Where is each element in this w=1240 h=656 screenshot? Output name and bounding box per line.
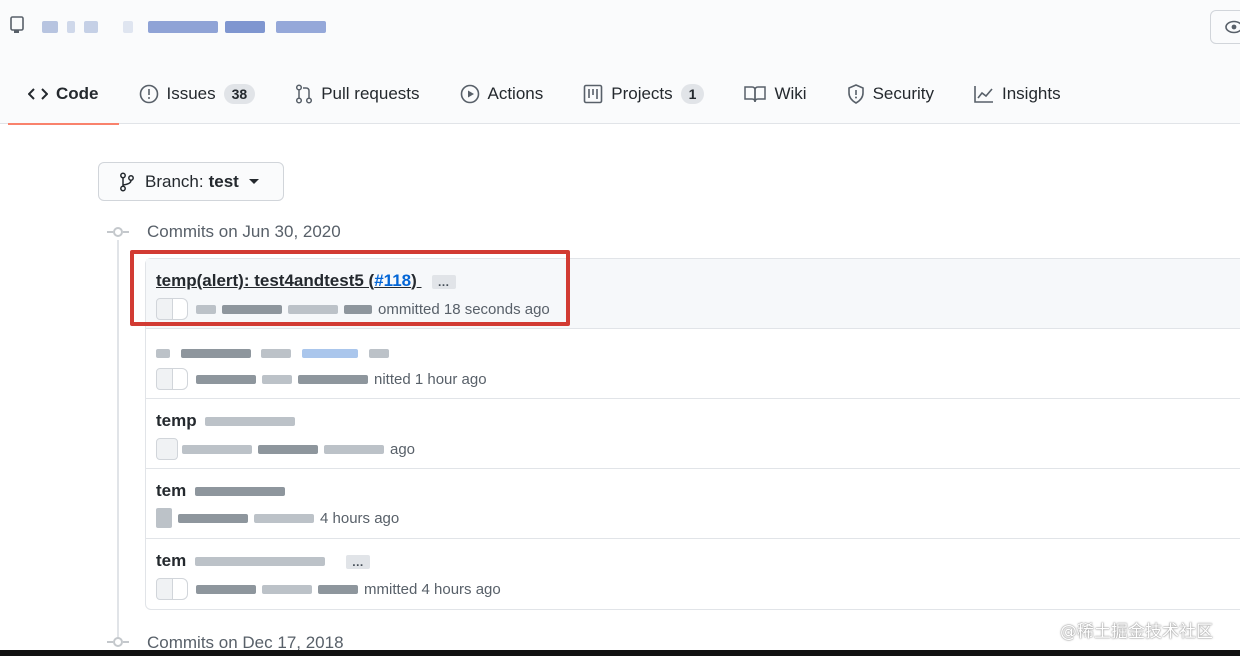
tab-label: Code — [56, 84, 99, 103]
play-icon — [460, 84, 479, 104]
commit-row[interactable]: tem … mmitted 4 hours ago — [146, 539, 1240, 609]
tab-wiki[interactable]: Wiki — [724, 64, 826, 124]
book-icon — [744, 86, 767, 103]
repo-icon — [10, 16, 24, 33]
tab-projects[interactable]: Projects 1 — [563, 64, 724, 124]
tab-code[interactable]: Code — [8, 64, 119, 125]
tab-security[interactable]: Security — [827, 64, 954, 124]
commit-row[interactable]: temp ago — [146, 399, 1240, 469]
repo-tabs: Code Issues 38 Pull requests Actions Pro… — [8, 64, 1081, 125]
issue-icon — [139, 84, 158, 104]
graph-icon — [974, 86, 993, 103]
timeline-dot-icon — [107, 227, 129, 237]
eye-icon — [1225, 20, 1240, 34]
expand-message-button[interactable]: … — [345, 554, 370, 569]
commit-title[interactable]: tem … — [156, 551, 370, 571]
timeline-line — [117, 240, 119, 640]
commit-title-text[interactable]: temp — [156, 411, 197, 430]
issues-counter: 38 — [223, 84, 256, 104]
tab-label: Security — [872, 84, 934, 103]
shield-icon — [847, 84, 864, 104]
tab-label: Projects — [611, 84, 673, 103]
commit-title-text[interactable]: tem — [156, 551, 186, 570]
commit-meta: nitted 1 hour ago — [156, 368, 487, 390]
commit-row[interactable]: tem 4 hours ago — [146, 469, 1240, 539]
caret-down-icon — [248, 179, 259, 184]
pull-request-icon — [296, 84, 313, 104]
branch-icon — [120, 172, 134, 191]
bottom-bar — [0, 650, 1240, 656]
commit-time: 4 hours ago — [320, 509, 400, 527]
tab-label: Insights — [1002, 84, 1061, 103]
repo-header: Code Issues 38 Pull requests Actions Pro… — [0, 0, 1240, 125]
tab-actions[interactable]: Actions — [440, 64, 564, 124]
timeline-dot-icon — [107, 637, 129, 647]
branch-select-button[interactable]: Branch: test — [98, 162, 284, 201]
avatar[interactable] — [172, 368, 188, 390]
tab-issues[interactable]: Issues 38 — [119, 64, 276, 124]
tab-label: Wiki — [774, 84, 807, 103]
commit-time: mmitted 4 hours ago — [364, 580, 501, 598]
commit-meta: ago — [156, 438, 415, 460]
tab-label: Actions — [487, 84, 544, 103]
tab-insights[interactable]: Insights — [954, 64, 1081, 124]
tab-label: Pull requests — [321, 84, 420, 103]
highlight-box — [130, 250, 570, 326]
branch-name: test — [208, 171, 239, 191]
repo-title[interactable] — [42, 14, 342, 38]
branch-label: Branch: — [145, 171, 204, 191]
commit-time: ago — [390, 440, 416, 458]
tab-label: Issues — [166, 84, 216, 103]
commit-row[interactable]: nitted 1 hour ago — [146, 329, 1240, 399]
avatar[interactable] — [172, 578, 188, 600]
commit-meta: 4 hours ago — [156, 508, 399, 528]
project-icon — [583, 84, 603, 104]
commit-group-header: Commits on Jun 30, 2020 — [147, 222, 341, 241]
watch-button[interactable] — [1210, 10, 1240, 44]
projects-counter: 1 — [680, 84, 705, 104]
tab-pull-requests[interactable]: Pull requests — [275, 64, 439, 124]
commit-meta: mmitted 4 hours ago — [156, 578, 501, 600]
watermark: @稀土掘金技术社区 — [1060, 622, 1213, 642]
commit-title-text[interactable]: tem — [156, 481, 186, 500]
avatar[interactable] — [156, 438, 178, 460]
commit-time: nitted 1 hour ago — [374, 370, 487, 388]
code-icon — [28, 88, 48, 100]
commit-title[interactable]: temp — [156, 411, 301, 431]
commit-title[interactable]: tem — [156, 481, 291, 501]
commit-title[interactable] — [156, 343, 395, 363]
